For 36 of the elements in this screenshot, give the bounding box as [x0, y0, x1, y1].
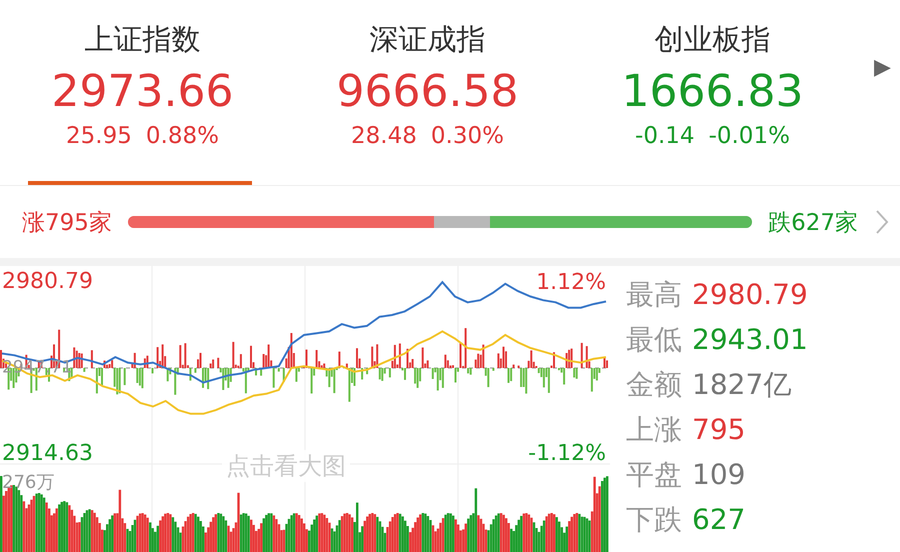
index-value: 2973.66	[52, 66, 234, 117]
index-tab[interactable]: 上证指数 2973.66 25.95 0.88%	[0, 0, 285, 185]
stat-label: 上涨	[626, 412, 682, 448]
stat-value: 795	[692, 412, 746, 448]
y-tick-label: 2980.79	[2, 271, 93, 293]
volume-label: 276万	[2, 471, 54, 494]
rise-count: 涨795家	[22, 208, 112, 238]
stat-label: 金额	[626, 367, 682, 403]
stat-label: 最低	[626, 322, 682, 358]
index-tab[interactable]: 创业板指 1666.83 -0.14 -0.01%	[570, 0, 855, 185]
stat-label: 最高	[626, 277, 682, 313]
index-percent: 0.30%	[430, 123, 504, 149]
index-tab[interactable]: 深证成指 9666.58 28.48 0.30%	[285, 0, 570, 185]
index-value: 9666.58	[336, 66, 518, 117]
stat-value: 2943.01	[692, 322, 808, 358]
index-percent: -0.01%	[708, 123, 790, 149]
y-tick-label: 2914.63	[2, 443, 93, 465]
stat-label: 平盘	[626, 457, 682, 493]
index-name: 深证成指	[370, 21, 486, 58]
stat-value: 627	[692, 502, 746, 538]
index-change: -0.14	[635, 123, 695, 149]
stat-value: 1827亿	[692, 367, 792, 403]
chevron-icon[interactable]	[874, 208, 890, 236]
index-value: 1666.83	[622, 66, 804, 117]
stat-value: 2980.79	[692, 277, 808, 313]
index-name: 创业板指	[654, 21, 770, 58]
index-name: 上证指数	[84, 21, 200, 58]
index-percent: 0.88%	[146, 123, 219, 149]
high-percent-label: 1.12%	[536, 270, 606, 295]
stat-label: 下跌	[626, 502, 682, 538]
stat-value: 109	[692, 457, 746, 493]
low-percent-label: -1.12%	[528, 441, 606, 466]
next-arrow[interactable]: ▶	[874, 55, 891, 80]
index-change: 28.48	[351, 123, 417, 149]
fall-count: 跌627家	[768, 208, 858, 238]
index-change: 25.95	[66, 123, 132, 149]
